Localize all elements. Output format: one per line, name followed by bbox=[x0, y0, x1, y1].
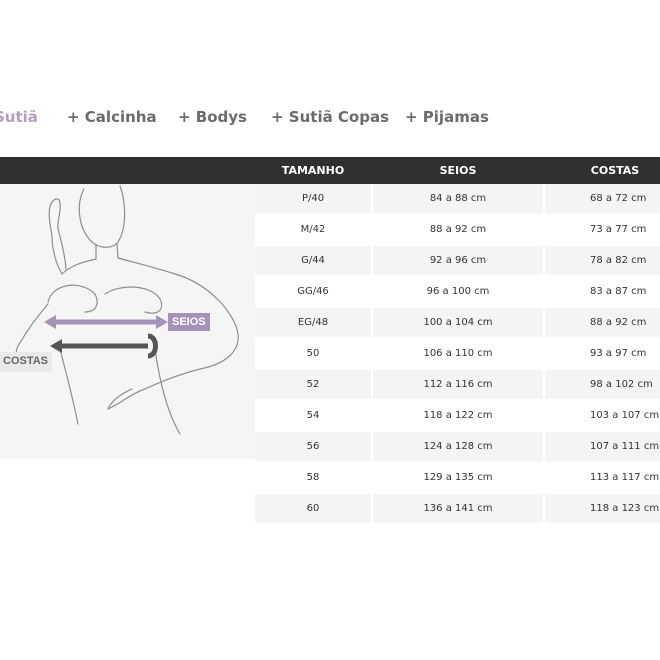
cell-tamanho: 60 bbox=[255, 494, 371, 523]
cell-seios: 100 a 104 cm bbox=[373, 308, 543, 337]
table-row: 56 124 a 128 cm 107 a 111 cm bbox=[255, 432, 660, 463]
table-row: M/42 88 a 92 cm 73 a 77 cm bbox=[255, 215, 660, 246]
cell-tamanho: 50 bbox=[306, 348, 320, 359]
cell-costas: 118 a 123 cm bbox=[545, 494, 660, 523]
cell-costas: 98 a 102 cm bbox=[545, 370, 660, 399]
cell-costas: 103 a 107 cm bbox=[590, 410, 660, 421]
costas-label: COSTAS bbox=[3, 355, 49, 367]
cell-seios: 106 a 110 cm bbox=[423, 348, 493, 359]
table-row: 52 112 a 116 cm 98 a 102 cm bbox=[255, 370, 660, 401]
cell-tamanho: 58 bbox=[306, 472, 320, 483]
cell-tamanho: M/42 bbox=[300, 224, 326, 235]
cell-seios: 96 a 100 cm bbox=[426, 286, 490, 297]
table-row: 50 106 a 110 cm 93 a 97 cm bbox=[255, 339, 660, 370]
tab-bodys[interactable]: + Bodys bbox=[178, 108, 247, 126]
cell-tamanho: 52 bbox=[255, 370, 371, 399]
cell-costas: 73 a 77 cm bbox=[590, 224, 647, 235]
cell-seios: 118 a 122 cm bbox=[423, 410, 493, 421]
cell-seios: 88 a 92 cm bbox=[429, 224, 487, 235]
table-row: 58 129 a 135 cm 113 a 117 cm bbox=[255, 463, 660, 494]
header-tamanho: TAMANHO bbox=[281, 164, 345, 177]
cell-tamanho: GG/46 bbox=[297, 286, 329, 297]
cell-costas: 68 a 72 cm bbox=[545, 184, 660, 213]
table-row: 60 136 a 141 cm 118 a 123 cm bbox=[255, 494, 660, 525]
tab-calcinha[interactable]: + Calcinha bbox=[67, 108, 157, 126]
table-row: GG/46 96 a 100 cm 83 a 87 cm bbox=[255, 277, 660, 308]
cell-tamanho: 54 bbox=[306, 410, 320, 421]
cell-tamanho: 56 bbox=[255, 432, 371, 461]
cell-seios: 112 a 116 cm bbox=[373, 370, 543, 399]
cell-tamanho: P/40 bbox=[255, 184, 371, 213]
table-row: 54 118 a 122 cm 103 a 107 cm bbox=[255, 401, 660, 432]
table-row: G/44 92 a 96 cm 78 a 82 cm bbox=[255, 246, 660, 277]
table-row: P/40 84 a 88 cm 68 a 72 cm bbox=[255, 184, 660, 215]
table-row: EG/48 100 a 104 cm 88 a 92 cm bbox=[255, 308, 660, 339]
cell-costas: 88 a 92 cm bbox=[545, 308, 660, 337]
tab-sutia-copas[interactable]: + Sutiã Copas bbox=[271, 108, 389, 126]
body-outline bbox=[15, 185, 239, 435]
cell-costas: 78 a 82 cm bbox=[545, 246, 660, 275]
table-header: TAMANHO SEIOS COSTAS bbox=[0, 157, 660, 184]
cell-tamanho: EG/48 bbox=[255, 308, 371, 337]
cell-costas: 107 a 111 cm bbox=[545, 432, 660, 461]
header-costas: COSTAS bbox=[590, 164, 640, 177]
seios-label: SEIOS bbox=[172, 316, 206, 328]
cell-costas: 83 a 87 cm bbox=[590, 286, 647, 297]
measurement-illustration: SEIOS COSTAS bbox=[0, 184, 255, 459]
cell-seios: 84 a 88 cm bbox=[373, 184, 543, 213]
tab-pijamas[interactable]: + Pijamas bbox=[405, 108, 489, 126]
cell-seios: 92 a 96 cm bbox=[373, 246, 543, 275]
cell-seios: 136 a 141 cm bbox=[373, 494, 543, 523]
cell-seios: 124 a 128 cm bbox=[373, 432, 543, 461]
size-chart-tabs: Sutiã + Calcinha + Bodys + Sutiã Copas +… bbox=[0, 108, 660, 130]
cell-tamanho: G/44 bbox=[255, 246, 371, 275]
cell-costas: 113 a 117 cm bbox=[590, 472, 660, 483]
body-outline-figure bbox=[0, 185, 239, 435]
cell-costas: 93 a 97 cm bbox=[590, 348, 647, 359]
header-seios: SEIOS bbox=[439, 164, 477, 177]
tab-sutia[interactable]: Sutiã bbox=[0, 108, 38, 126]
cell-seios: 129 a 135 cm bbox=[423, 472, 493, 483]
